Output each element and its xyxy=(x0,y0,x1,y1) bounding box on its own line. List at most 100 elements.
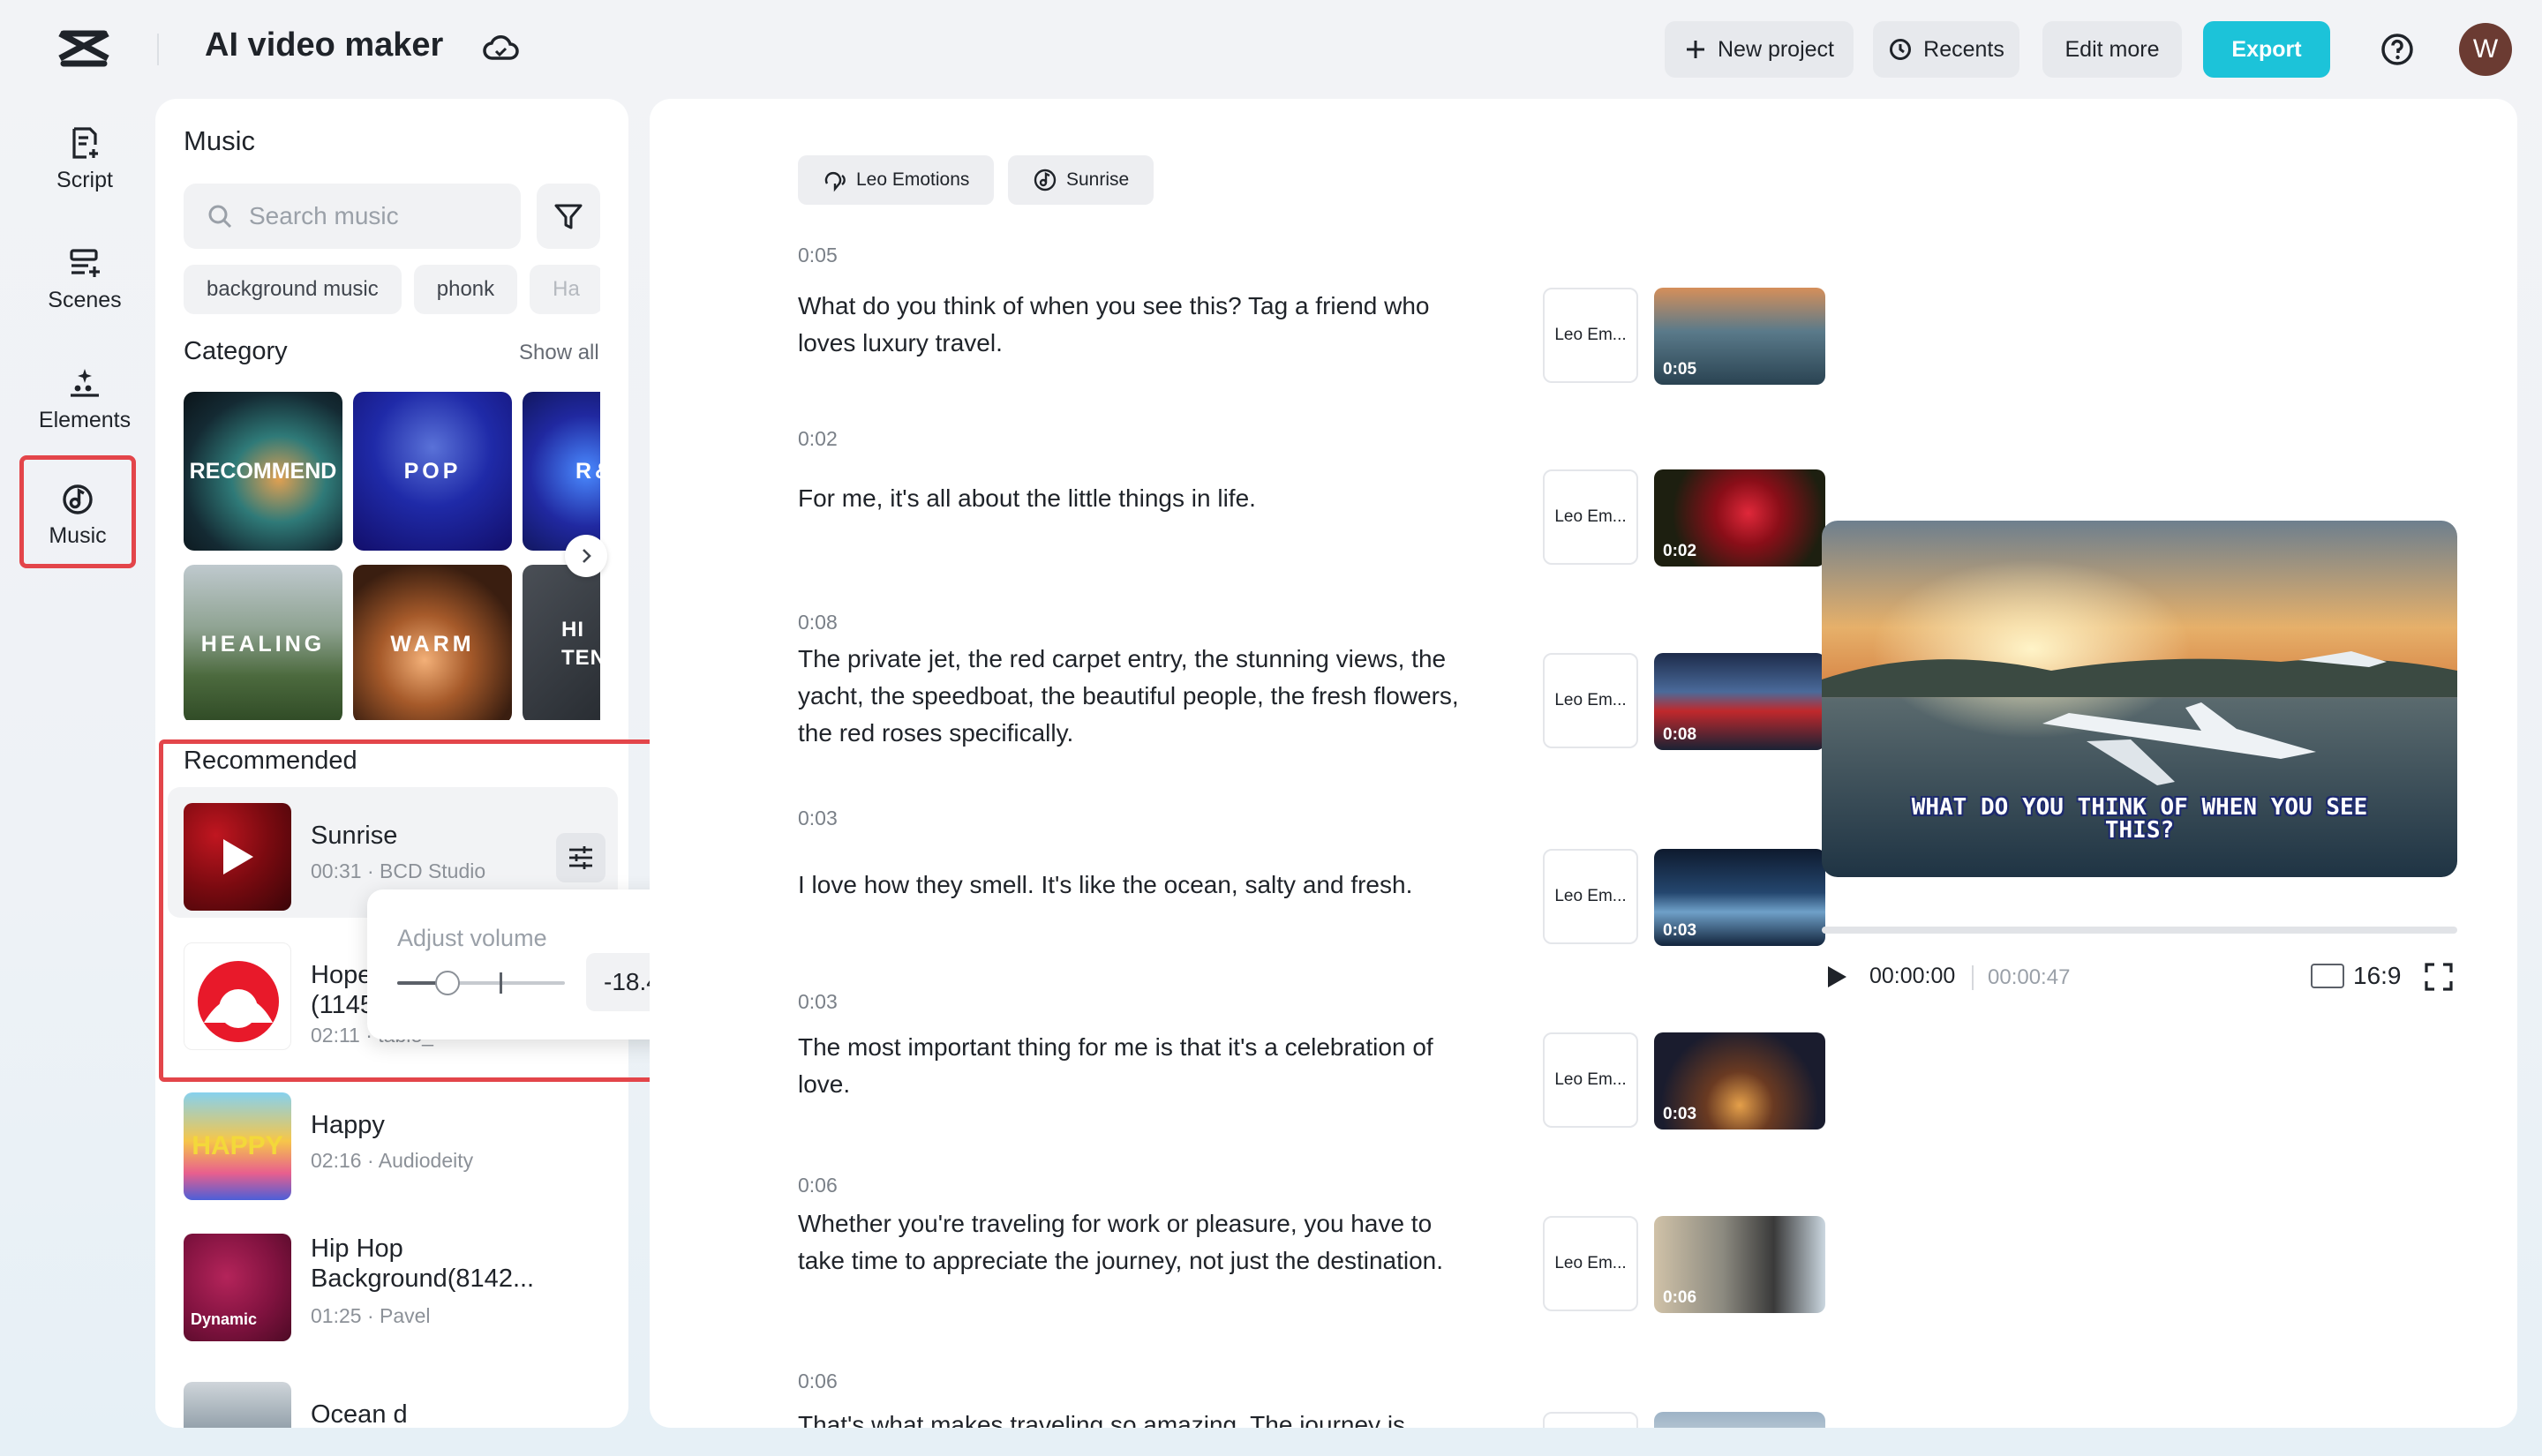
scene-clip-thumbnail[interactable]: 0:08 xyxy=(1654,653,1825,750)
category-warm-label: WARM xyxy=(390,631,475,657)
export-button[interactable]: Export xyxy=(2203,21,2330,78)
scene-clip-thumbnail[interactable]: 0:02 xyxy=(1654,469,1825,567)
track-name: Happy xyxy=(311,1111,385,1139)
scene-clip-thumbnail[interactable]: 0:03 xyxy=(1654,1032,1825,1130)
help-icon[interactable] xyxy=(2380,32,2415,67)
preview-caption: WHAT DO YOU THINK OF WHEN YOU SEE THIS? xyxy=(1911,794,2368,844)
track-hip-hop[interactable]: Dynamic Hip Hop Background(8142... 01:25… xyxy=(168,1218,618,1348)
nav-music[interactable]: Music xyxy=(19,455,136,568)
music-search-box[interactable] xyxy=(184,184,521,249)
scene-voice-button[interactable]: Leo Em... xyxy=(1543,1216,1638,1311)
scene-text[interactable]: Whether you're traveling for work or ple… xyxy=(798,1205,1469,1280)
voice-tag-label: Leo Emotions xyxy=(856,169,970,190)
play-icon[interactable] xyxy=(220,837,255,876)
scene-voice-button[interactable]: Leo Em... xyxy=(1543,288,1638,383)
chip-ha[interactable]: Ha xyxy=(530,265,600,314)
scene-clip-thumbnail[interactable] xyxy=(1654,1412,1825,1428)
nav-scenes[interactable]: Scenes xyxy=(25,229,145,335)
chevron-right-icon xyxy=(583,549,591,563)
music-chip-row: background music phonk Ha xyxy=(184,265,600,318)
category-next-button[interactable] xyxy=(565,535,607,577)
track-happy[interactable]: HAPPY Happy 02:16 · Audiodeity xyxy=(168,1077,618,1207)
playback-progress-bar[interactable] xyxy=(1822,927,2457,934)
category-hi-ten-label: HI TEN xyxy=(561,618,600,670)
scene-time: 0:05 xyxy=(798,244,838,266)
track-thumbnail-text: Dynamic xyxy=(191,1310,258,1328)
category-hi-ten[interactable]: HI TEN xyxy=(523,565,600,720)
scene-voice-button[interactable]: Leo Em... xyxy=(1543,653,1638,748)
chip-background-music[interactable]: background music xyxy=(184,265,402,314)
scene-text[interactable]: That's what makes traveling so amazing. … xyxy=(798,1407,1469,1428)
show-all-link[interactable]: Show all xyxy=(519,341,599,365)
cloud-sync-icon[interactable] xyxy=(482,32,519,64)
scene-voice-button[interactable]: Leo Em... xyxy=(1543,469,1638,565)
script-icon xyxy=(72,127,98,159)
edit-more-button[interactable]: Edit more xyxy=(2042,21,2182,78)
voice-icon xyxy=(824,172,846,192)
category-recommend[interactable]: RECOMMEND xyxy=(184,392,342,551)
scene-clip-thumbnail[interactable]: 0:05 xyxy=(1654,288,1825,385)
scene-voice-button[interactable]: Leo Em... xyxy=(1543,1032,1638,1128)
category-title: Category xyxy=(184,337,288,365)
filter-icon xyxy=(554,204,583,229)
category-grid: RECOMMEND POP R& HEALING WARM HI TEN xyxy=(184,392,600,720)
music-panel: Music background musicphonkHa Category S… xyxy=(155,99,628,1428)
nav-script[interactable]: Script xyxy=(25,109,145,215)
category-healing[interactable]: HEALING xyxy=(184,565,342,720)
plus-icon xyxy=(1687,41,1704,58)
filter-button[interactable] xyxy=(537,184,600,249)
new-project-label: New project xyxy=(1718,36,1834,62)
search-icon xyxy=(208,205,232,229)
recommended-title: Recommended xyxy=(184,747,357,775)
scene-time: 0:06 xyxy=(798,1370,838,1392)
music-tag[interactable]: Sunrise xyxy=(1008,155,1154,205)
total-time: 00:00:47 xyxy=(1988,965,2071,989)
nav-elements-label: Elements xyxy=(38,408,132,432)
clip-duration: 0:05 xyxy=(1663,360,1697,379)
video-preview[interactable]: WHAT DO YOU THINK OF WHEN YOU SEE THIS? xyxy=(1822,521,2457,877)
play-icon[interactable] xyxy=(1824,964,1850,990)
scene-text[interactable]: The most important thing for me is that … xyxy=(798,1029,1469,1103)
edit-more-label: Edit more xyxy=(2064,36,2160,62)
elements-icon xyxy=(71,369,99,397)
sliders-icon xyxy=(569,846,592,869)
scene-voice-button[interactable]: Leo Em... xyxy=(1543,849,1638,944)
category-pop-label: POP xyxy=(403,458,462,484)
capcut-logo-icon[interactable] xyxy=(56,26,111,71)
track-meta: 02:16 · Audiodeity xyxy=(311,1149,474,1172)
category-pop[interactable]: POP xyxy=(353,392,512,551)
scene-text[interactable]: I love how they smell. It's like the oce… xyxy=(798,867,1469,904)
volume-slider-handle[interactable] xyxy=(435,971,460,995)
track-meta: 01:25 · Pavel xyxy=(311,1304,431,1327)
header-divider xyxy=(157,34,159,65)
scene-time: 0:08 xyxy=(798,611,838,634)
scene-text[interactable]: What do you think of when you see this? … xyxy=(798,288,1469,362)
recents-button[interactable]: Recents xyxy=(1873,21,2019,78)
clip-duration: 0:06 xyxy=(1663,1288,1697,1307)
category-rnb[interactable]: R& xyxy=(523,392,600,551)
scene-text[interactable]: The private jet, the red carpet entry, t… xyxy=(798,641,1469,752)
new-project-button[interactable]: New project xyxy=(1665,21,1854,78)
aspect-ratio-button[interactable]: 16:9 xyxy=(2311,962,2402,990)
scene-clip-thumbnail[interactable]: 0:06 xyxy=(1654,1216,1825,1313)
track-ocean[interactable]: Ocean d xyxy=(168,1366,618,1428)
user-avatar[interactable]: W xyxy=(2459,23,2512,76)
music-tag-label: Sunrise xyxy=(1066,169,1130,190)
clip-duration: 0:03 xyxy=(1663,1105,1697,1123)
category-warm[interactable]: WARM xyxy=(353,565,512,720)
time-divider xyxy=(1972,965,1974,990)
clip-duration: 0:02 xyxy=(1663,542,1697,560)
scene-clip-thumbnail[interactable]: 0:03 xyxy=(1654,849,1825,946)
chip-phonk[interactable]: phonk xyxy=(413,265,518,314)
adjust-volume-button[interactable] xyxy=(556,833,605,882)
scene-text[interactable]: For me, it's all about the little things… xyxy=(798,480,1469,517)
music-search-input[interactable] xyxy=(249,202,514,230)
hope-art-icon xyxy=(198,961,279,1042)
nav-elements[interactable]: Elements xyxy=(25,349,145,455)
fullscreen-icon[interactable] xyxy=(2424,962,2454,992)
scenes-icon xyxy=(70,249,100,277)
scene-time: 0:06 xyxy=(798,1174,838,1197)
scene-voice-button[interactable] xyxy=(1543,1412,1638,1428)
voice-tag[interactable]: Leo Emotions xyxy=(798,155,995,205)
music-icon xyxy=(1034,169,1057,191)
